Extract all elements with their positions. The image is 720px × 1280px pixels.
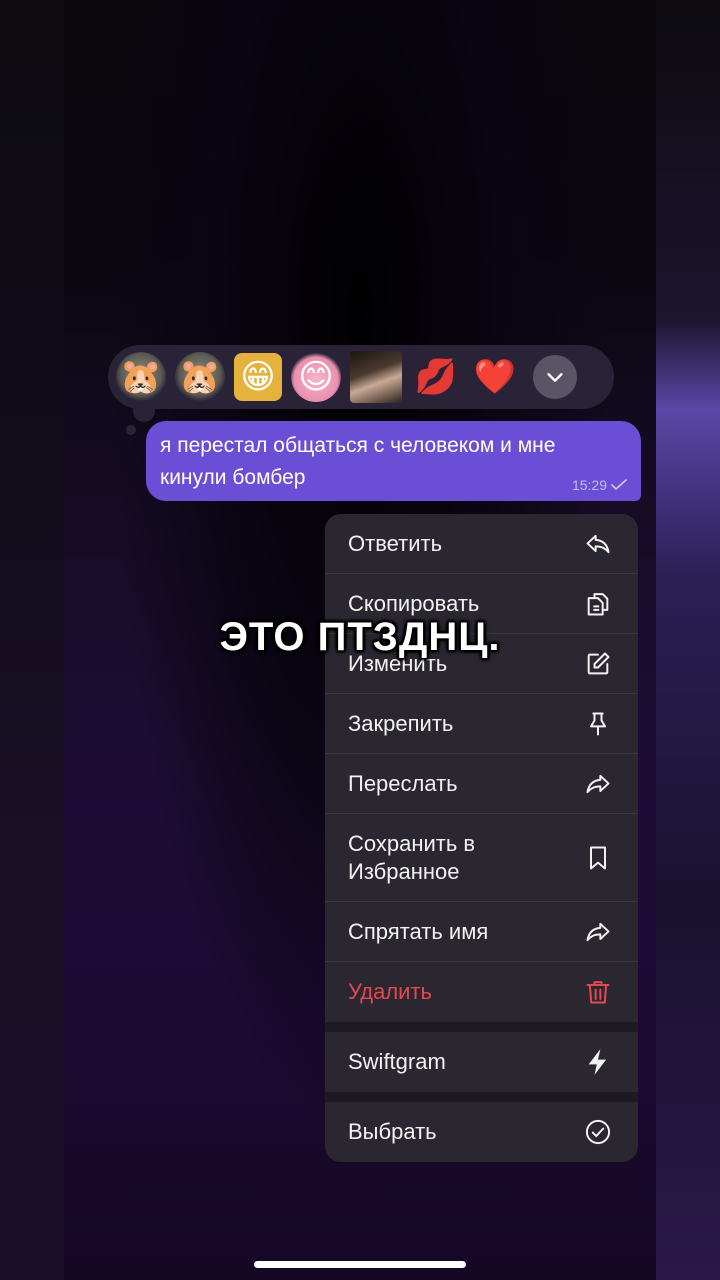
menu-item-swiftgram[interactable]: Swiftgram	[325, 1032, 638, 1092]
pin-icon	[584, 710, 612, 738]
menu-item-label: Переслать	[348, 770, 458, 796]
menu-item-save-favorites[interactable]: Сохранить в Избранное	[325, 814, 638, 902]
video-caption: ЭТО ПТЗДНЦ.	[219, 615, 501, 659]
reaction-girl-photo-sticker[interactable]	[350, 351, 402, 403]
menu-item-pin[interactable]: Закрепить	[325, 694, 638, 754]
context-menu: Ответить Скопировать Изменить Закрепить …	[325, 514, 638, 1162]
menu-item-delete[interactable]: Удалить	[325, 962, 638, 1022]
reaction-crying-hamster-sticker[interactable]: 🐹	[175, 352, 225, 402]
chevron-down-icon	[547, 373, 563, 382]
menu-group-main: Ответить Скопировать Изменить Закрепить …	[325, 514, 638, 1022]
menu-item-label: Удалить	[348, 979, 432, 1004]
menu-item-label: Выбрать	[348, 1119, 437, 1144]
menu-item-label: Ответить	[348, 530, 443, 556]
menu-group-select: Выбрать	[325, 1102, 638, 1162]
reaction-spongebob-sticker[interactable]: 😁	[234, 353, 282, 401]
menu-item-label: Сохранить в Избранное	[348, 830, 476, 884]
reaction-bar-tail-small	[126, 425, 136, 435]
menu-item-select[interactable]: Выбрать	[325, 1102, 638, 1162]
message-bubble[interactable]: я перестал общаться с человеком и мне ки…	[146, 421, 641, 501]
sent-check-icon	[611, 479, 627, 490]
message-time: 15:29	[571, 477, 607, 493]
check-circle-icon	[584, 1118, 612, 1146]
message-meta: 15:29	[572, 477, 627, 493]
reaction-heart-emoji[interactable]: ❤️	[470, 352, 520, 402]
forward-icon	[584, 770, 612, 798]
menu-item-label: Swiftgram	[348, 1049, 446, 1074]
menu-item-label: Спрятать имя	[348, 918, 489, 944]
copy-icon	[584, 590, 612, 618]
reaction-bar-tail	[133, 400, 155, 422]
menu-separator	[325, 1022, 638, 1032]
reaction-hamster-sticker[interactable]: 🐹	[116, 352, 166, 402]
lightning-icon	[584, 1048, 612, 1076]
reaction-lips-emoji[interactable]: 💋	[411, 352, 461, 402]
trash-icon	[584, 978, 612, 1006]
menu-item-hide-name[interactable]: Спрятать имя	[325, 902, 638, 962]
forward-icon	[584, 918, 612, 946]
menu-item-reply[interactable]: Ответить	[325, 514, 638, 574]
menu-item-label: Закрепить	[348, 710, 454, 736]
reaction-bar: 🐹 🐹 😁 😊 💋 ❤️	[108, 345, 614, 409]
menu-item-forward[interactable]: Переслать	[325, 754, 638, 814]
menu-group-swiftgram: Swiftgram	[325, 1032, 638, 1092]
menu-item-label: Скопировать	[348, 590, 480, 616]
reply-icon	[584, 530, 612, 558]
menu-separator	[325, 1092, 638, 1102]
reaction-pink-blob-sticker[interactable]: 😊	[291, 352, 341, 402]
home-indicator	[254, 1261, 466, 1268]
message-text: я перестал общаться с человеком и мне ки…	[160, 434, 556, 489]
bookmark-icon	[584, 844, 612, 872]
expand-reactions-button[interactable]	[533, 355, 577, 399]
